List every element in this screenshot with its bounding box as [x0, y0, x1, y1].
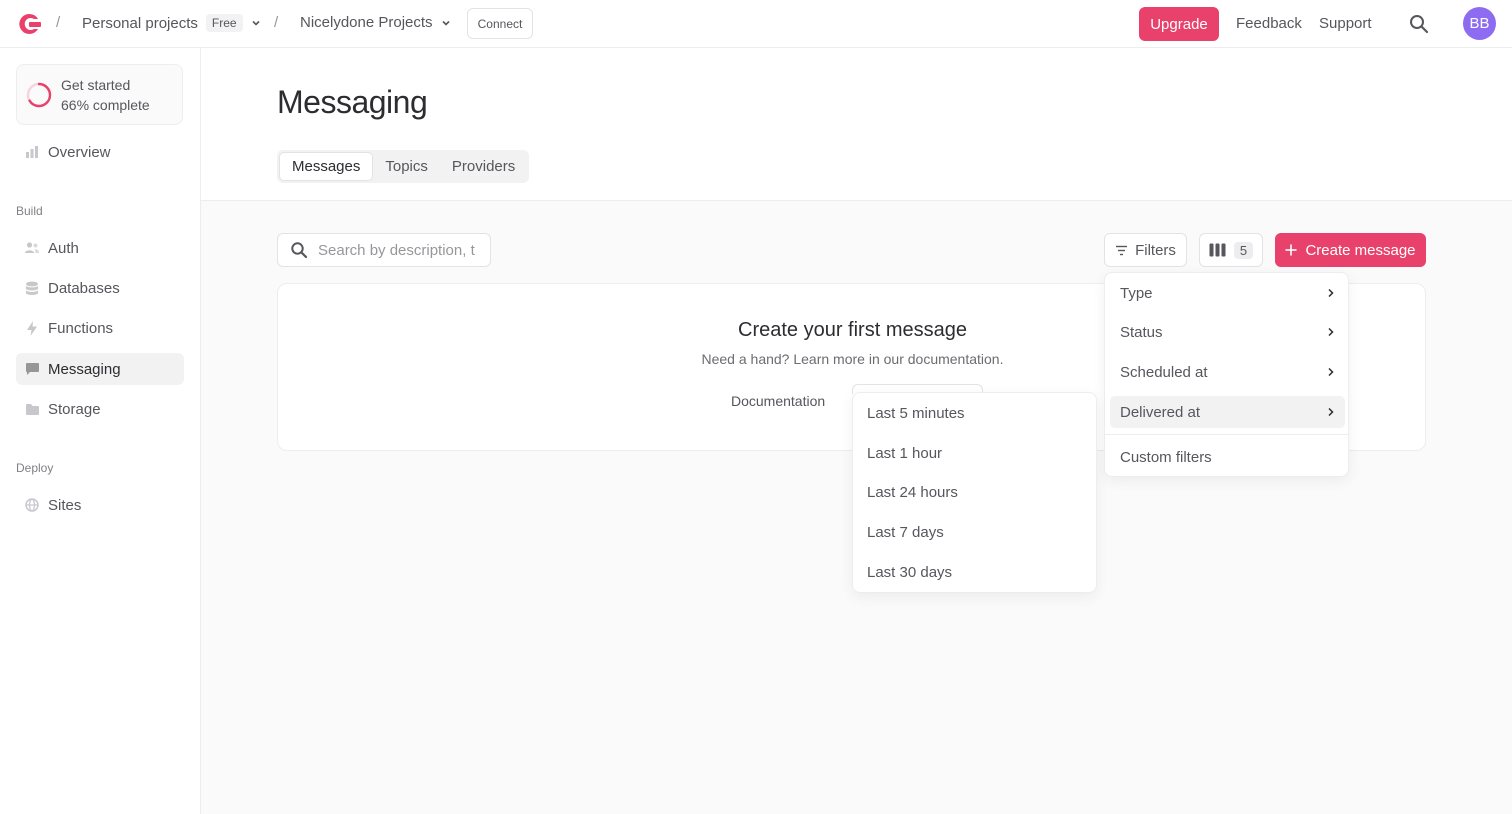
chevron-down-icon — [441, 20, 450, 26]
top-bar: / Personal projects Free / Nicelydone Pr… — [0, 0, 1512, 48]
search-icon — [291, 242, 308, 259]
upgrade-button[interactable]: Upgrade — [1139, 7, 1219, 41]
delivered-at-submenu: Last 5 minutes Last 1 hour Last 24 hours… — [852, 392, 1097, 593]
plan-badge: Free — [205, 14, 243, 32]
users-icon — [24, 240, 40, 256]
avatar[interactable]: BB — [1463, 7, 1496, 40]
org-name: Personal projects — [82, 14, 198, 32]
tab-bar: Messages Topics Providers — [277, 150, 530, 183]
folder-icon — [24, 401, 40, 417]
filter-option-label: Custom filters — [1120, 448, 1212, 466]
tab-topics[interactable]: Topics — [373, 152, 440, 181]
sidebar: Get started 66% complete Overview Build … — [0, 48, 201, 814]
time-option-last-1-hour[interactable]: Last 1 hour — [867, 445, 942, 462]
lightning-icon — [24, 320, 40, 336]
sidebar-item-storage[interactable]: Storage — [16, 393, 184, 425]
search-input[interactable] — [318, 241, 478, 259]
filter-option-label: Status — [1120, 323, 1163, 341]
documentation-button[interactable]: Documentation — [731, 393, 825, 409]
time-option-last-5-minutes[interactable]: Last 5 minutes — [867, 405, 965, 422]
filter-option-type[interactable]: Type — [1110, 277, 1345, 309]
search-field[interactable] — [277, 233, 491, 267]
sidebar-item-label: Storage — [48, 400, 101, 418]
filter-option-label: Scheduled at — [1120, 363, 1208, 381]
connect-button[interactable]: Connect — [467, 8, 533, 39]
sidebar-item-overview[interactable]: Overview — [16, 136, 184, 168]
feedback-link[interactable]: Feedback — [1236, 15, 1302, 32]
appwrite-logo-icon[interactable] — [16, 11, 42, 37]
filters-button[interactable]: Filters — [1104, 233, 1187, 267]
filter-lines-icon — [1116, 245, 1128, 255]
plus-icon — [1285, 244, 1297, 256]
sidebar-item-label: Functions — [48, 319, 114, 337]
create-message-label: Create message — [1305, 241, 1416, 259]
time-option-last-30-days[interactable]: Last 30 days — [867, 564, 952, 581]
filter-option-scheduled-at[interactable]: Scheduled at — [1110, 356, 1345, 388]
chevron-right-icon — [1328, 407, 1334, 417]
page-header: Messaging Messages Topics Providers — [201, 48, 1512, 201]
org-switcher[interactable]: Personal projects Free — [82, 14, 261, 32]
columns-button[interactable]: 5 — [1199, 233, 1263, 267]
sidebar-item-label: Overview — [48, 143, 111, 161]
sidebar-item-messaging[interactable]: Messaging — [16, 353, 184, 385]
deploy-section-label: Deploy — [16, 461, 54, 475]
dropdown-divider — [1105, 434, 1348, 435]
columns-icon — [1209, 243, 1226, 257]
tab-providers[interactable]: Providers — [440, 152, 527, 181]
filter-option-delivered-at[interactable]: Delivered at — [1110, 396, 1345, 428]
sidebar-item-functions[interactable]: Functions — [16, 312, 184, 344]
get-started-title: Get started — [61, 77, 131, 93]
sidebar-item-sites[interactable]: Sites — [16, 489, 184, 521]
sidebar-item-label: Sites — [48, 496, 82, 514]
create-message-button[interactable]: Create message — [1275, 233, 1426, 267]
sidebar-item-auth[interactable]: Auth — [16, 232, 184, 264]
bar-chart-icon — [24, 144, 40, 160]
globe-icon — [24, 497, 40, 513]
filter-option-custom[interactable]: Custom filters — [1110, 441, 1345, 473]
breadcrumb-separator: / — [56, 14, 61, 31]
search-icon[interactable] — [1408, 13, 1430, 35]
progress-status: 66% complete — [61, 97, 150, 113]
sidebar-item-label: Messaging — [48, 360, 121, 378]
chevron-right-icon — [1328, 288, 1334, 298]
page-title: Messaging — [277, 84, 428, 120]
columns-count-badge: 5 — [1233, 241, 1254, 259]
filters-dropdown: Type Status Scheduled at Delivered at Cu… — [1104, 272, 1349, 477]
tab-messages[interactable]: Messages — [279, 152, 374, 181]
project-switcher[interactable]: Nicelydone Projects — [300, 14, 451, 31]
chevron-right-icon — [1328, 367, 1334, 377]
sidebar-item-label: Databases — [48, 279, 120, 297]
build-section-label: Build — [16, 204, 43, 218]
time-option-last-24-hours[interactable]: Last 24 hours — [867, 484, 958, 501]
support-link[interactable]: Support — [1319, 15, 1372, 32]
chevron-down-icon — [252, 20, 260, 26]
chevron-right-icon — [1328, 327, 1334, 337]
get-started-card[interactable]: Get started 66% complete — [16, 64, 183, 125]
filter-option-label: Delivered at — [1120, 403, 1201, 421]
sidebar-item-label: Auth — [48, 239, 79, 257]
sidebar-item-databases[interactable]: Databases — [16, 272, 184, 304]
filters-label: Filters — [1135, 241, 1176, 259]
project-name: Nicelydone Projects — [300, 14, 433, 31]
time-option-last-7-days[interactable]: Last 7 days — [867, 524, 944, 541]
filter-option-status[interactable]: Status — [1110, 316, 1345, 348]
breadcrumb-separator: / — [274, 14, 279, 31]
chat-bubble-icon — [24, 361, 40, 377]
database-icon — [24, 280, 40, 296]
progress-ring-icon — [26, 82, 52, 108]
filter-option-label: Type — [1120, 284, 1153, 302]
